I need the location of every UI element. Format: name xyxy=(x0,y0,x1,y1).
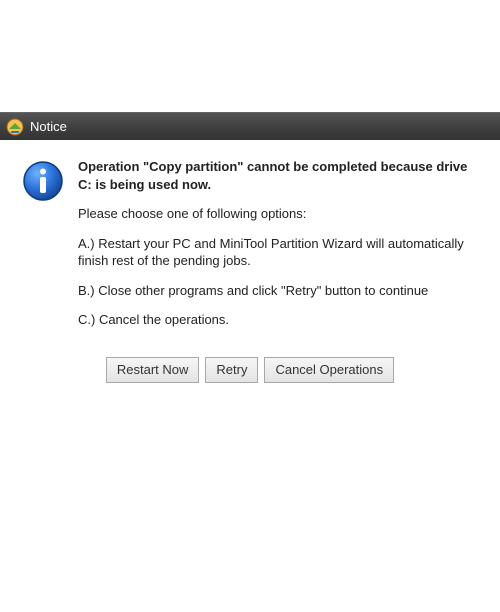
message-option-c: C.) Cancel the operations. xyxy=(78,311,480,329)
message-intro: Please choose one of following options: xyxy=(78,205,480,223)
titlebar: Notice xyxy=(0,112,500,140)
message-option-a: A.) Restart your PC and MiniTool Partiti… xyxy=(78,235,480,270)
restart-now-button[interactable]: Restart Now xyxy=(106,357,200,383)
info-icon xyxy=(22,160,64,202)
retry-button[interactable]: Retry xyxy=(205,357,258,383)
message-body: Operation "Copy partition" cannot be com… xyxy=(78,158,480,341)
window-title: Notice xyxy=(30,119,67,134)
dialog-content: Operation "Copy partition" cannot be com… xyxy=(0,140,500,351)
cancel-operations-button[interactable]: Cancel Operations xyxy=(264,357,394,383)
button-row: Restart Now Retry Cancel Operations xyxy=(0,351,500,401)
message-option-b: B.) Close other programs and click "Retr… xyxy=(78,282,480,300)
app-icon xyxy=(6,118,24,136)
message-headline: Operation "Copy partition" cannot be com… xyxy=(78,158,480,193)
